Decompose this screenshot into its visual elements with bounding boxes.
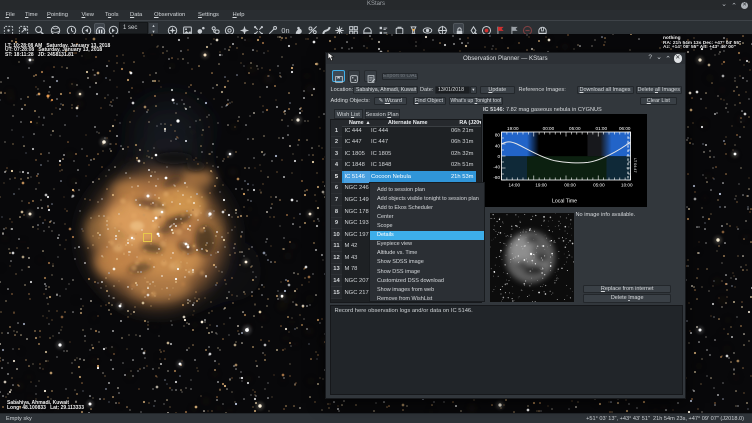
svg-text:05:00: 05:00 (593, 182, 605, 187)
svg-text:19:00: 19:00 (535, 182, 547, 187)
svg-text:05:00: 05:00 (569, 125, 581, 130)
svg-text:00:00: 00:00 (543, 125, 555, 130)
svg-text:-80: -80 (493, 175, 500, 180)
svg-text:40: 40 (495, 143, 501, 148)
svg-text:0: 0 (497, 154, 500, 159)
svg-text:LT 04:47: LT 04:47 (633, 158, 637, 173)
svg-text:Local Time: Local Time (552, 198, 577, 204)
svg-text:-40: -40 (493, 164, 500, 169)
svg-text:14:00: 14:00 (509, 182, 521, 187)
svg-text:01:00: 01:00 (596, 125, 608, 130)
svg-text:06:00: 06:00 (619, 125, 631, 130)
svg-text:80: 80 (495, 132, 501, 137)
svg-text:10:00: 10:00 (621, 182, 633, 187)
svg-text:00:00: 00:00 (564, 182, 576, 187)
svg-text:19:00: 19:00 (507, 125, 519, 130)
